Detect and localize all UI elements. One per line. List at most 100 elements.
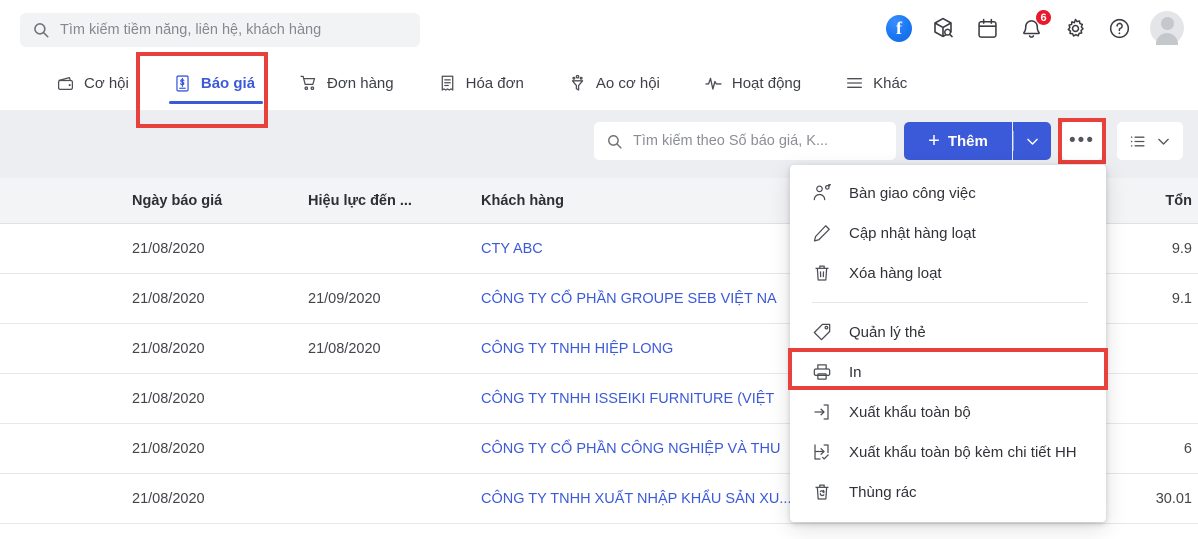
wallet-icon [56,74,75,93]
tab-don-hang[interactable]: Đơn hàng [277,56,416,110]
cell-total: 9.1 [1171,291,1192,307]
cell-total: 9.9 [1171,241,1192,257]
nav-tabs: Cơ hội Báo giá Đơn hàng Hóa đơn Ao cơ hộ… [0,56,1198,110]
quote-document-icon [173,74,192,93]
calendar-icon[interactable] [974,15,1000,41]
global-search-box[interactable] [20,13,420,47]
cell-customer[interactable]: CTY ABC [481,224,543,274]
cell-date: 21/08/2020 [132,441,205,457]
menu-item-label: Xóa hàng loạt [849,264,942,282]
tab-label: Báo giá [200,74,256,92]
global-search-input[interactable] [60,22,400,38]
activity-pulse-icon [704,74,723,93]
cell-customer[interactable]: CÔNG TY TNHH HIỆP LONG [481,324,673,374]
tag-icon [812,322,832,342]
printer-icon [812,362,832,382]
menu-item-xuat-khau-toan-bo[interactable]: Xuất khẩu toàn bộ [790,392,1106,432]
tab-ao-co-hoi[interactable]: Ao cơ hội [546,56,682,110]
menu-separator [812,302,1088,303]
tab-hoat-dong[interactable]: Hoạt động [682,56,823,110]
cell-valid-until: 21/08/2020 [308,341,381,357]
menu-item-label: Cập nhật hàng loạt [849,224,976,242]
tab-label: Hoạt động [731,74,802,92]
add-button[interactable]: + Thêm [904,122,1012,160]
top-bar: f 6 [0,0,1198,56]
package-search-icon[interactable] [930,15,956,41]
export-arrow-icon [812,402,832,422]
add-button-label: Thêm [947,132,988,150]
tab-bao-gia[interactable]: Báo giá [151,56,277,110]
tab-label: Hóa đơn [465,74,524,92]
trash-delete-icon [812,263,832,283]
hamburger-menu-icon [845,74,864,93]
menu-item-label: Xuất khẩu toàn bộ [849,403,971,421]
column-header-valid-until[interactable]: Hiệu lực đến ... [308,178,412,224]
column-header-date[interactable]: Ngày báo giá [132,178,222,224]
cell-customer[interactable]: CÔNG TY TNHH ISSEIKI FURNITURE (VIỆT [481,374,774,424]
tab-label: Ao cơ hội [595,74,660,92]
user-handoff-icon [812,183,832,203]
invoice-icon [438,74,457,93]
cell-customer[interactable]: CÔNG TY TNHH XUẤT NHẬP KHẨU SẢN XU... [481,474,791,524]
search-icon [32,21,50,39]
cell-date: 21/08/2020 [132,241,205,257]
menu-item-cap-nhat-hang-loat[interactable]: Cập nhật hàng loạt [790,213,1106,253]
cell-date: 21/08/2020 [132,291,205,307]
cell-total [1192,324,1198,374]
shopping-cart-icon [299,74,318,93]
avatar-circle [1150,11,1184,45]
cell-date: 21/08/2020 [132,391,205,407]
menu-item-label: In [849,363,862,381]
funnel-icon [568,74,587,93]
cell-customer[interactable]: CÔNG TY CỔ PHẦN GROUPE SEB VIỆT NA [481,274,777,324]
plus-icon: + [928,130,940,152]
menu-item-in[interactable]: In [790,352,1106,392]
pencil-edit-icon [812,223,832,243]
tab-hoa-don[interactable]: Hóa đơn [416,56,546,110]
menu-item-xuat-khau-toan-bo-kem-chi-tiet-hh[interactable]: Xuất khẩu toàn bộ kèm chi tiết HH [790,432,1106,472]
column-header-customer[interactable]: Khách hàng [481,178,564,224]
settings-gear-icon[interactable] [1062,15,1088,41]
menu-item-label: Bàn giao công việc [849,184,976,202]
menu-item-label: Xuất khẩu toàn bộ kèm chi tiết HH [849,443,1077,461]
facebook-icon[interactable]: f [886,14,912,42]
more-actions-menu: Bàn giao công việc Cập nhật hàng loạt Xó… [790,165,1106,522]
tab-khac[interactable]: Khác [823,56,929,110]
add-dropdown-button[interactable] [1013,122,1051,160]
recycle-bin-icon [812,482,832,502]
tab-label: Cơ hội [84,74,129,92]
menu-item-quan-ly-the[interactable]: Quản lý thẻ [790,312,1106,352]
tab-co-hoi[interactable]: Cơ hội [34,56,151,110]
avatar-body-shape [1156,33,1178,45]
cell-total: 6 [1183,441,1192,457]
menu-item-label: Thùng rác [849,483,917,501]
export-check-icon [812,442,832,462]
list-view-icon [1128,132,1147,151]
cell-total: 30.01 [1155,491,1192,507]
avatar-head-shape [1160,17,1174,30]
cell-date: 21/08/2020 [132,341,205,357]
tab-label: Khác [873,74,908,92]
cell-date: 21/08/2020 [132,491,205,507]
view-options-button[interactable] [1117,122,1183,160]
column-header-total[interactable]: Tổn [1165,178,1198,224]
cell-valid-until: 21/09/2020 [308,291,381,307]
user-avatar[interactable] [1150,11,1184,45]
notification-bell-icon[interactable]: 6 [1018,9,1052,41]
menu-item-xoa-hang-loat[interactable]: Xóa hàng loạt [790,253,1106,293]
menu-item-label: Quản lý thẻ [849,323,926,341]
menu-item-ban-giao-cong-viec[interactable]: Bàn giao công việc [790,173,1106,213]
more-actions-button[interactable]: ••• [1062,122,1102,160]
quote-search-box[interactable] [594,122,896,160]
facebook-glyph: f [886,14,912,42]
help-question-icon[interactable] [1106,15,1132,41]
quote-search-input[interactable] [633,133,883,149]
chevron-down-icon [1155,133,1172,150]
chevron-down-icon [1024,133,1041,150]
cell-total [1192,374,1198,424]
tab-label: Đơn hàng [327,74,394,92]
cell-customer[interactable]: CÔNG TY CỔ PHẦN CÔNG NGHIỆP VÀ THU [481,424,780,474]
ellipsis-icon: ••• [1069,130,1095,152]
menu-item-thung-rac[interactable]: Thùng rác [790,472,1106,512]
top-bar-icon-group: f 6 [886,8,1184,48]
